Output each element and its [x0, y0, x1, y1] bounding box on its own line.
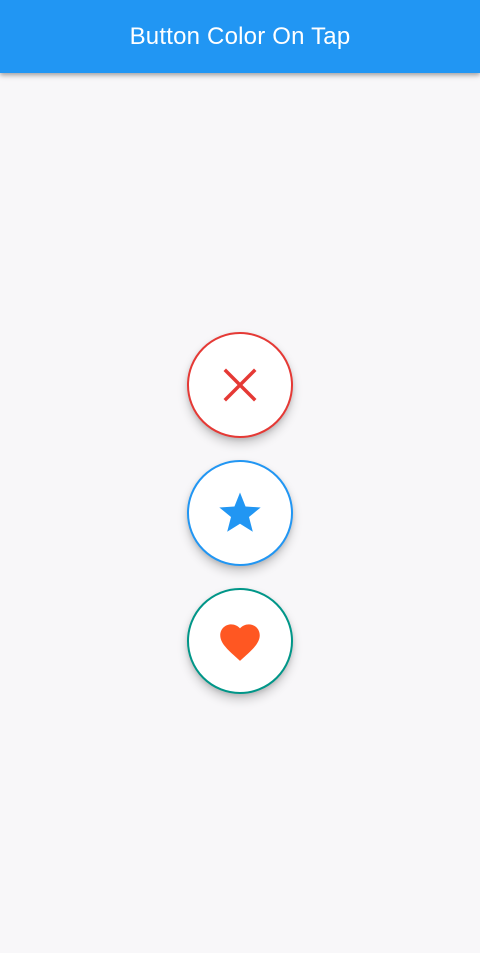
app-bar: Button Color On Tap	[0, 0, 480, 73]
close-icon	[223, 368, 257, 402]
close-button[interactable]	[187, 332, 293, 438]
heart-icon	[220, 624, 260, 661]
star-icon	[219, 492, 261, 532]
heart-button[interactable]	[187, 588, 293, 694]
page-title: Button Color On Tap	[129, 22, 351, 50]
star-button[interactable]	[187, 460, 293, 566]
